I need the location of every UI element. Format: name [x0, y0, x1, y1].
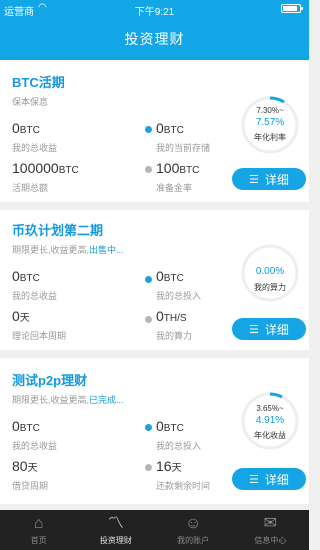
detail-button[interactable]: ☰ 详细: [232, 318, 306, 340]
clock: 下午9:21: [134, 7, 175, 18]
list-icon: ☰: [249, 473, 259, 486]
ring-value: 7.57%: [255, 117, 285, 128]
product-card: BTC活期 保本保息 0BTC 我的总收益 0BTC 我的当前存储 100000…: [0, 60, 309, 202]
product-title: 币玖计划第二期: [12, 223, 104, 238]
stat-total-amount: 100000BTC 活期总额: [12, 160, 79, 193]
ring-value: 0.00%: [255, 266, 285, 277]
stat-payback-period: 0天 理论回本周期: [12, 308, 67, 341]
ring-value: 4.91%: [255, 415, 285, 426]
stat-reserve-rate: 100BTC 准备金率: [156, 160, 200, 193]
tab-invest[interactable]: 〽 投资理财: [77, 510, 154, 550]
status-dot: [145, 424, 152, 431]
home-icon: ⌂: [33, 514, 44, 532]
stat-total-income: 0BTC 我的总收益: [12, 120, 58, 153]
status-bar: 运营商 ◠ 下午9:21: [0, 0, 309, 18]
list-icon: ☰: [249, 323, 259, 336]
trend-icon: 〽: [107, 514, 124, 532]
ring-line1: 3.65%~: [256, 404, 284, 413]
product-title: BTC活期: [12, 75, 65, 90]
product-subtitle: 期限更长,收益更高,出售中...: [12, 245, 124, 255]
product-card: 测试p2p理财 期限更长,收益更高,已完成... 0BTC 我的总收益 0BTC…: [0, 358, 309, 504]
page-title: 投资理财: [124, 31, 185, 47]
product-card: 币玖计划第二期 期限更长,收益更高,出售中... 0BTC 我的总收益 0BTC…: [0, 210, 309, 350]
stat-total-investment: 0BTC 我的总投入: [156, 418, 202, 451]
status-dot: [145, 464, 152, 471]
detail-button[interactable]: ☰ 详细: [232, 468, 306, 490]
stat-total-income: 0BTC 我的总收益: [12, 418, 58, 451]
ring-label: 年化利率: [254, 133, 286, 142]
status-dot: [145, 316, 152, 323]
header: 运营商 ◠ 下午9:21 投资理财: [0, 0, 309, 60]
tab-messages[interactable]: ✉ 信息中心: [232, 510, 309, 550]
detail-button[interactable]: ☰ 详细: [232, 168, 306, 190]
product-subtitle: 保本保息: [12, 97, 49, 107]
user-icon: ☺: [184, 514, 202, 532]
list-icon: ☰: [249, 173, 259, 186]
stat-total-investment: 0BTC 我的总投入: [156, 268, 202, 301]
stat-remaining-time: 16天 还款剩余时间: [156, 458, 211, 491]
tab-bar: ⌂ 首页 〽 投资理财 ☺ 我的账户 ✉ 信息中心: [0, 510, 309, 550]
ring-line1: 7.30%~: [256, 106, 284, 115]
stat-hashrate: 0TH/S 我的算力: [156, 308, 193, 341]
stat-loan-period: 80天 借贷周期: [12, 458, 49, 491]
battery-icon: [281, 4, 303, 13]
product-title: 测试p2p理财: [12, 373, 88, 388]
status-dot: [145, 166, 152, 173]
ring-label: 年化收益: [254, 431, 286, 440]
stat-current-storage: 0BTC 我的当前存储: [156, 120, 211, 153]
status-dot: [145, 276, 152, 283]
status-dot: [145, 126, 152, 133]
ring-label: 我的算力: [254, 283, 286, 292]
message-icon: ✉: [263, 514, 278, 532]
tab-account[interactable]: ☺ 我的账户: [155, 510, 232, 550]
product-subtitle: 期限更长,收益更高,已完成...: [12, 395, 124, 405]
stat-total-income: 0BTC 我的总收益: [12, 268, 58, 301]
tab-home[interactable]: ⌂ 首页: [0, 510, 77, 550]
